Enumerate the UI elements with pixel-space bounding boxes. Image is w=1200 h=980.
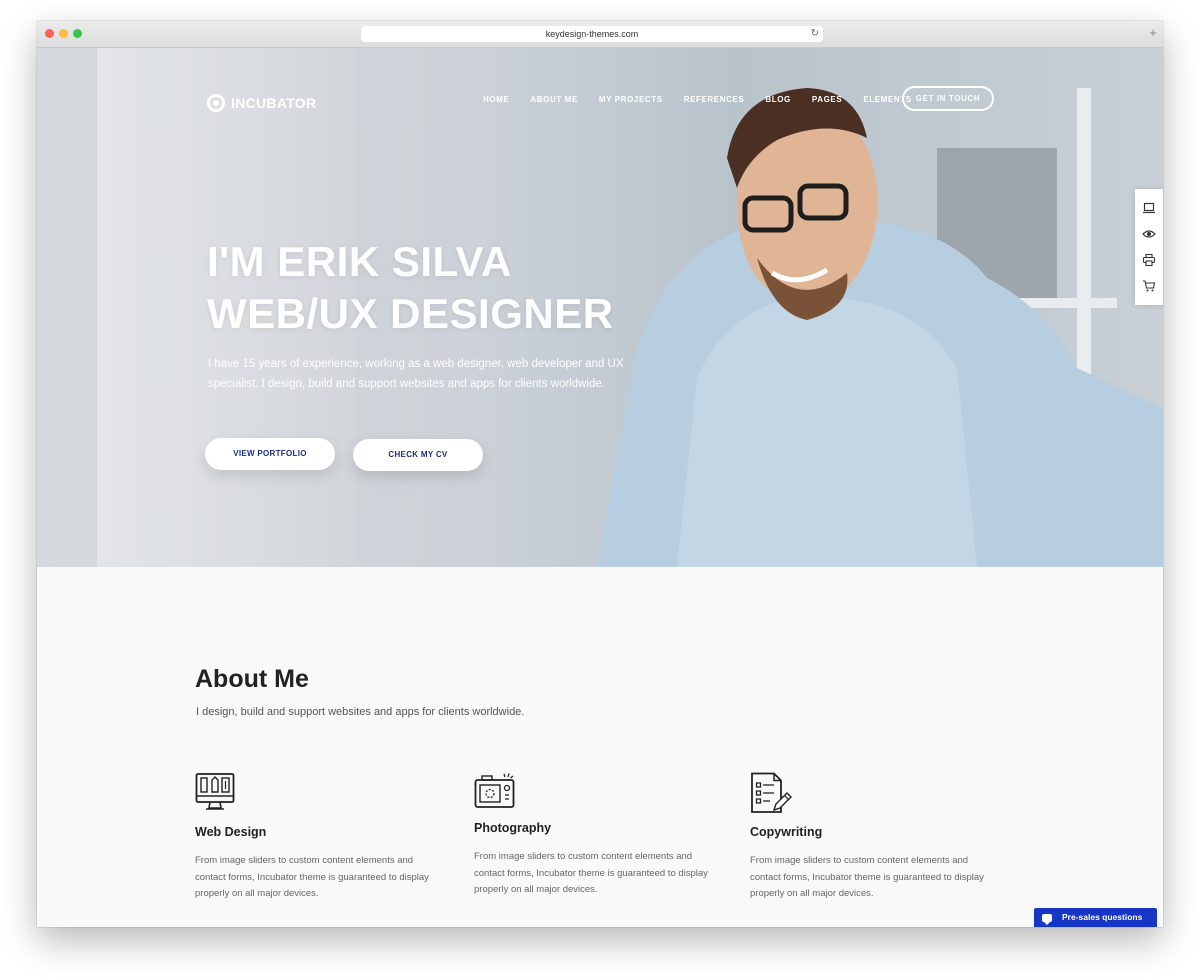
feature-copywriting: Copywriting From image sliders to custom…	[750, 772, 1000, 903]
site-logo[interactable]: INCUBATOR	[207, 94, 316, 112]
minimize-window-button[interactable]	[59, 29, 68, 38]
side-toolbar	[1135, 189, 1163, 305]
feature-photography: Photography From image sliders to custom…	[474, 772, 724, 899]
zoom-window-button[interactable]	[73, 29, 82, 38]
view-portfolio-button[interactable]: VIEW PORTFOLIO	[205, 438, 335, 470]
address-bar[interactable]: keydesign-themes.com ↻	[361, 26, 823, 42]
browser-window: keydesign-themes.com ↻ + INCUBATOR HOME …	[37, 21, 1163, 927]
feature-text: From image sliders to custom content ele…	[195, 855, 429, 899]
nav-item-about-me[interactable]: ABOUT ME	[530, 95, 577, 104]
about-subtitle: I design, build and support websites and…	[196, 706, 525, 718]
cart-icon[interactable]	[1142, 279, 1156, 293]
camera-icon	[474, 773, 515, 808]
hero-title-line: I'M ERIK SILVA	[207, 238, 512, 285]
feature-web-design: Web Design From image sliders to custom …	[195, 772, 445, 903]
hero-title-line: WEB/UX DESIGNER	[207, 290, 614, 337]
nav-item-references[interactable]: REFERENCES	[684, 95, 745, 104]
feature-title: Copywriting	[750, 825, 823, 839]
feature-text: From image sliders to custom content ele…	[474, 851, 708, 895]
eye-icon[interactable]	[1142, 227, 1156, 241]
new-tab-icon[interactable]: +	[1149, 26, 1157, 40]
hero-description: I have 15 years of experience, working a…	[208, 354, 628, 394]
main-nav: HOME ABOUT ME MY PROJECTS REFERENCES BLO…	[483, 95, 933, 104]
printer-icon[interactable]	[1142, 253, 1156, 267]
reload-icon[interactable]: ↻	[811, 26, 819, 42]
nav-item-home[interactable]: HOME	[483, 95, 509, 104]
laptop-icon[interactable]	[1142, 201, 1156, 215]
document-pen-icon	[751, 772, 792, 813]
address-text: keydesign-themes.com	[545, 29, 639, 39]
nav-item-pages[interactable]: PAGES	[812, 95, 842, 104]
close-window-button[interactable]	[45, 29, 54, 38]
feature-text: From image sliders to custom content ele…	[750, 855, 984, 899]
chat-bubble-icon	[1042, 913, 1052, 925]
browser-titlebar: keydesign-themes.com ↻ +	[37, 21, 1163, 48]
check-my-cv-button[interactable]: CHECK MY CV	[353, 439, 483, 471]
nav-item-my-projects[interactable]: MY PROJECTS	[599, 95, 663, 104]
hero-title: I'M ERIK SILVA WEB/UX DESIGNER	[207, 236, 614, 340]
logo-text: INCUBATOR	[231, 95, 317, 111]
hero-description-line: I have 15 years of experience, working a…	[208, 358, 624, 370]
hero-section: INCUBATOR HOME ABOUT ME MY PROJECTS REFE…	[37, 48, 1163, 567]
nav-item-blog[interactable]: BLOG	[765, 95, 791, 104]
feature-title: Web Design	[195, 825, 267, 839]
hero-description-line: specialist. I design, build and support …	[208, 378, 605, 390]
feature-title: Photography	[474, 821, 552, 835]
get-in-touch-button[interactable]: GET IN TOUCH	[902, 86, 994, 111]
pre-sales-chat-button[interactable]: Pre-sales questions	[1034, 908, 1157, 927]
chat-label: Pre-sales questions	[1062, 912, 1143, 922]
logo-icon	[207, 94, 225, 112]
about-title: About Me	[195, 665, 309, 693]
web-design-icon	[195, 773, 235, 810]
